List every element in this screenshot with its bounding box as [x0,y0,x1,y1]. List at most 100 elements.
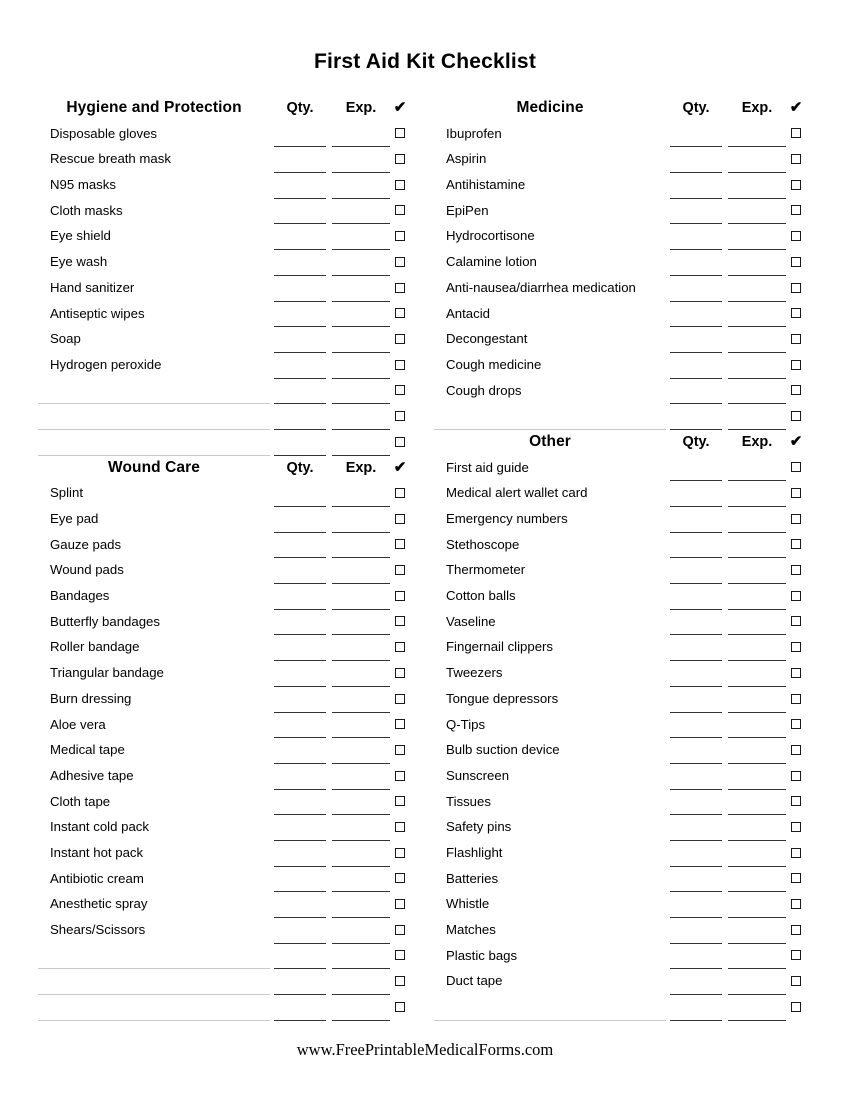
checklist-row: Aloe vera [38,713,408,739]
item-checkbox[interactable] [791,462,801,473]
item-checkbox[interactable] [395,488,405,498]
item-checkbox[interactable] [395,513,405,524]
item-checkbox[interactable] [791,667,801,678]
qty-field[interactable] [670,1019,722,1021]
item-checkbox[interactable] [791,1001,801,1012]
item-checkbox[interactable] [395,976,405,987]
item-checkbox[interactable] [791,333,801,344]
section-title: Wound Care [108,458,200,476]
item-checkbox[interactable] [395,847,405,858]
item-checkbox[interactable] [791,693,801,704]
item-checkbox[interactable] [791,385,801,396]
item-label: Gauze pads [50,536,122,552]
item-checkbox[interactable] [395,308,405,319]
item-checkbox[interactable] [395,821,405,832]
checklist-row: Rescue breath mask [38,147,408,174]
item-checkbox[interactable] [395,770,405,781]
item-checkbox[interactable] [395,410,405,421]
item-checkbox[interactable] [791,770,801,781]
item-checkbox[interactable] [395,693,405,704]
item-label: Splint [50,485,83,501]
item-checkbox[interactable] [791,616,801,627]
item-checkbox[interactable] [791,565,801,576]
item-checkbox[interactable] [791,179,801,190]
item-checkbox[interactable] [395,231,405,242]
item-checkbox[interactable] [791,744,801,755]
item-label: Hydrogen peroxide [50,356,162,372]
item-checkbox[interactable] [791,282,801,293]
item-checkbox[interactable] [395,179,405,190]
item-checkbox[interactable] [791,796,801,807]
item-checkbox[interactable] [791,359,801,370]
item-checkbox[interactable] [395,256,405,267]
item-checkbox[interactable] [791,154,801,165]
item-checkbox[interactable] [791,308,801,319]
item-checkbox[interactable] [791,231,801,242]
item-checkbox[interactable] [395,719,405,730]
item-checkbox[interactable] [395,1001,405,1012]
item-label: Anesthetic spray [50,896,148,912]
exp-field[interactable] [332,1019,390,1021]
item-checkbox[interactable] [791,539,801,550]
checklist-row: Stethoscope [434,533,804,559]
item-checkbox[interactable] [395,565,405,576]
item-checkbox[interactable] [395,899,405,909]
checklist-row: Plastic bags [434,944,804,970]
item-checkbox[interactable] [395,154,405,165]
item-checkbox[interactable] [395,642,405,653]
column-header-qty: Qty. [682,433,710,450]
column-header-qty: Qty. [286,459,314,476]
item-checkbox[interactable] [791,513,801,524]
item-label: Duct tape [446,973,503,989]
item-checkbox[interactable] [791,590,801,601]
checklist-row: Batteries [434,867,804,893]
item-checkbox[interactable] [395,282,405,293]
item-checkbox[interactable] [791,847,801,858]
checklist-row: Antiseptic wipes [38,302,408,328]
item-checkbox[interactable] [791,410,801,421]
checklist-row: Q-Tips [434,713,804,739]
section-title: Hygiene and Protection [66,99,242,116]
column-header-check-icon: ✔ [393,458,407,476]
item-checkbox[interactable] [395,333,405,344]
page-title: First Aid Kit Checklist [313,50,537,73]
item-checkbox[interactable] [395,590,405,601]
item-label: Decongestant [446,331,528,347]
item-checkbox[interactable] [395,539,405,550]
item-checkbox[interactable] [791,642,801,653]
item-checkbox[interactable] [791,821,801,832]
item-checkbox[interactable] [395,359,405,370]
item-label: Whistle [446,896,490,912]
item-checkbox[interactable] [791,205,801,216]
item-checkbox[interactable] [791,256,801,267]
item-checkbox[interactable] [395,950,405,961]
item-checkbox[interactable] [791,924,801,935]
item-checkbox[interactable] [791,950,801,961]
item-checkbox[interactable] [395,385,405,396]
item-label: Fingernail clippers [446,639,554,655]
item-checkbox[interactable] [395,667,405,678]
item-checkbox[interactable] [395,873,405,884]
item-checkbox[interactable] [791,128,801,139]
item-checkbox[interactable] [395,128,405,139]
item-label: Safety pins [446,819,512,835]
item-checkbox[interactable] [395,924,405,935]
item-checkbox[interactable] [395,205,405,216]
item-checkbox[interactable] [395,436,405,447]
item-checkbox[interactable] [791,873,801,884]
exp-field[interactable] [728,1019,786,1021]
blank-writein-row [38,430,408,456]
item-checkbox[interactable] [395,616,405,627]
checklist-row: Thermometer [434,558,804,585]
item-checkbox[interactable] [791,488,801,498]
checklist-row: Shears/Scissors [38,918,408,944]
item-checkbox[interactable] [395,796,405,807]
item-checkbox[interactable] [791,899,801,909]
writein-field[interactable] [38,1019,270,1021]
writein-field[interactable] [434,1019,666,1021]
qty-field[interactable] [274,1019,326,1021]
checklist-row: Gauze pads [38,533,408,559]
item-checkbox[interactable] [791,976,801,987]
item-checkbox[interactable] [395,744,405,755]
item-checkbox[interactable] [791,719,801,730]
